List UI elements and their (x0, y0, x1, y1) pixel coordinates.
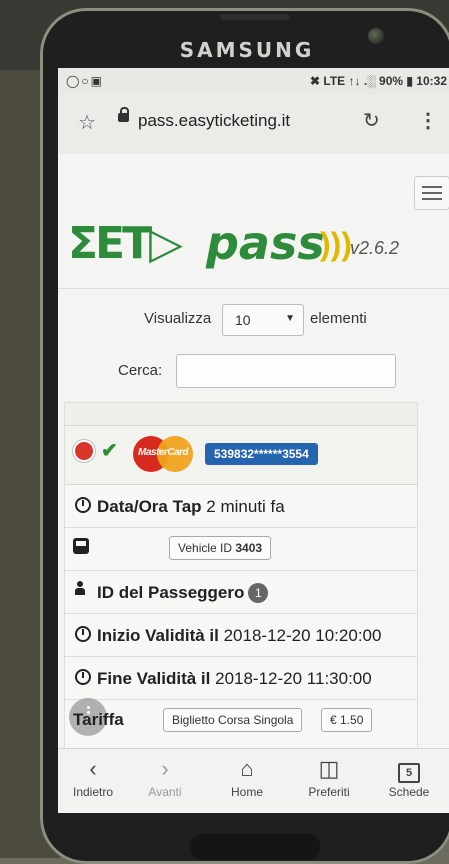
status-bar: ◯○▣ ✖ LTE ↑↓ .░ 90% ▮ 10:32 (58, 68, 449, 94)
fare-type-badge: Biglietto Corsa Singola (163, 708, 303, 732)
clock-icon (75, 669, 91, 685)
dropdown-arrow-icon: ▼ (285, 313, 295, 324)
detail-fare: Tariffa Biglietto Corsa Singola € 1.50 (65, 698, 417, 742)
card-number-badge: 539832******3554 (205, 443, 318, 465)
detail-validity-start: Inizio Validità il 2018-12-20 10:20:00 (65, 614, 417, 657)
tap-label: Data/Ora Tap (97, 497, 202, 516)
tabs-count: 5 (398, 763, 420, 783)
table-header (65, 403, 417, 426)
browser-bottom-bar: ‹ Indietro › Avanti ⌂ Home ◫ Preferiti 5… (58, 748, 449, 813)
fare-label: Tariffa (73, 710, 124, 729)
hardware-home-button[interactable] (190, 834, 320, 860)
passenger-label: ID del Passeggero (97, 583, 245, 602)
detail-tap-time: Data/Ora Tap 2 minuti fa (65, 485, 417, 528)
status-indicators: ✖ LTE ↑↓ .░ 90% ▮ 10:32 (310, 74, 447, 88)
etpass-logo: ΣET▷ pass ))) v2.6.2 (68, 214, 448, 274)
search-label: Cerca: (118, 362, 163, 379)
web-page: ΣET▷ pass ))) v2.6.2 Visualizza 10 ▼ ele… (58, 154, 449, 750)
url-field[interactable]: pass.easyticketing.it (138, 111, 290, 131)
show-after-label: elementi (310, 310, 367, 327)
tabs-icon: 5 (374, 753, 444, 785)
back-button[interactable]: ‹ Indietro (58, 753, 128, 799)
detail-vehicle: Vehicle ID 3403 (65, 528, 417, 571)
checkmark-icon: ✔ (101, 440, 118, 462)
contactless-waves-icon: ))) (320, 226, 352, 262)
vehicle-label: Vehicle ID (178, 541, 233, 555)
tabs-button[interactable]: 5 Schede (374, 753, 444, 799)
page-length-control: Visualizza 10 ▼ elementi (58, 304, 449, 336)
bus-icon (73, 538, 89, 554)
device-brand: SAMSUNG (179, 38, 315, 62)
end-value: 2018-12-20 11:30:00 (215, 669, 372, 688)
fare-price-badge: € 1.50 (321, 708, 373, 732)
records-table: ✔ MasterCard 539832******3554 Data/Ora T… (64, 402, 418, 750)
passenger-id-badge: 1 (248, 583, 269, 603)
lock-icon[interactable] (118, 107, 129, 122)
app-version: v2.6.2 (350, 238, 400, 258)
tabs-label: Schede (388, 785, 430, 799)
chevron-right-icon: › (161, 756, 169, 781)
start-value: 2018-12-20 10:20:00 (223, 626, 382, 645)
home-icon: ⌂ (240, 756, 254, 781)
favorites-label: Preferiti (308, 785, 350, 799)
detail-validity-end: Fine Validità il 2018-12-20 11:30:00 (65, 657, 417, 700)
user-icon (75, 581, 85, 595)
logo-et: ΣET▷ (68, 218, 183, 269)
detail-passenger: ID del Passeggero 1 (65, 571, 417, 614)
front-camera (368, 28, 384, 44)
start-label: Inizio Validità il (97, 626, 219, 645)
browser-menu-icon[interactable]: ⋮ (418, 108, 438, 133)
speaker-grille (220, 14, 290, 20)
home-label: Home (230, 785, 263, 799)
show-label: Visualizza (144, 310, 212, 327)
favorites-button[interactable]: ◫ Preferiti (294, 753, 364, 799)
clock-icon (75, 626, 91, 642)
header-divider (58, 288, 449, 289)
hamburger-menu-icon[interactable] (414, 176, 449, 210)
end-label: Fine Validità il (97, 669, 211, 688)
screen: ◯○▣ ✖ LTE ↑↓ .░ 90% ▮ 10:32 ☆ pass.easyt… (58, 68, 449, 813)
forward-label: Avanti (148, 785, 182, 799)
expand-row-icon[interactable] (73, 440, 95, 462)
clock-icon (75, 497, 91, 513)
page-length-select[interactable]: 10 ▼ (222, 304, 304, 336)
tap-value: 2 minuti fa (206, 497, 285, 516)
card-brand: MasterCard (137, 447, 189, 458)
bookmarks-book-icon: ◫ (318, 756, 340, 781)
table-row[interactable]: ✔ MasterCard 539832******3554 (65, 426, 417, 485)
vehicle-id: 3403 (235, 541, 263, 555)
search-input[interactable] (176, 354, 396, 388)
bookmark-star-icon[interactable]: ☆ (78, 110, 96, 135)
browser-address-bar: ☆ pass.easyticketing.it ↻ ⋮ (58, 94, 449, 155)
mastercard-logo: MasterCard (133, 436, 193, 472)
forward-button[interactable]: › Avanti (130, 753, 200, 799)
search-control: Cerca: (58, 354, 449, 388)
vehicle-id-badge: Vehicle ID 3403 (169, 536, 272, 560)
home-button[interactable]: ⌂ Home (212, 753, 282, 799)
page-length-value: 10 (235, 312, 251, 328)
reload-icon[interactable]: ↻ (363, 108, 380, 133)
logo-pass: pass (206, 216, 325, 270)
back-label: Indietro (72, 785, 114, 799)
chevron-left-icon: ‹ (89, 756, 97, 781)
notification-icons: ◯○▣ (66, 74, 105, 88)
